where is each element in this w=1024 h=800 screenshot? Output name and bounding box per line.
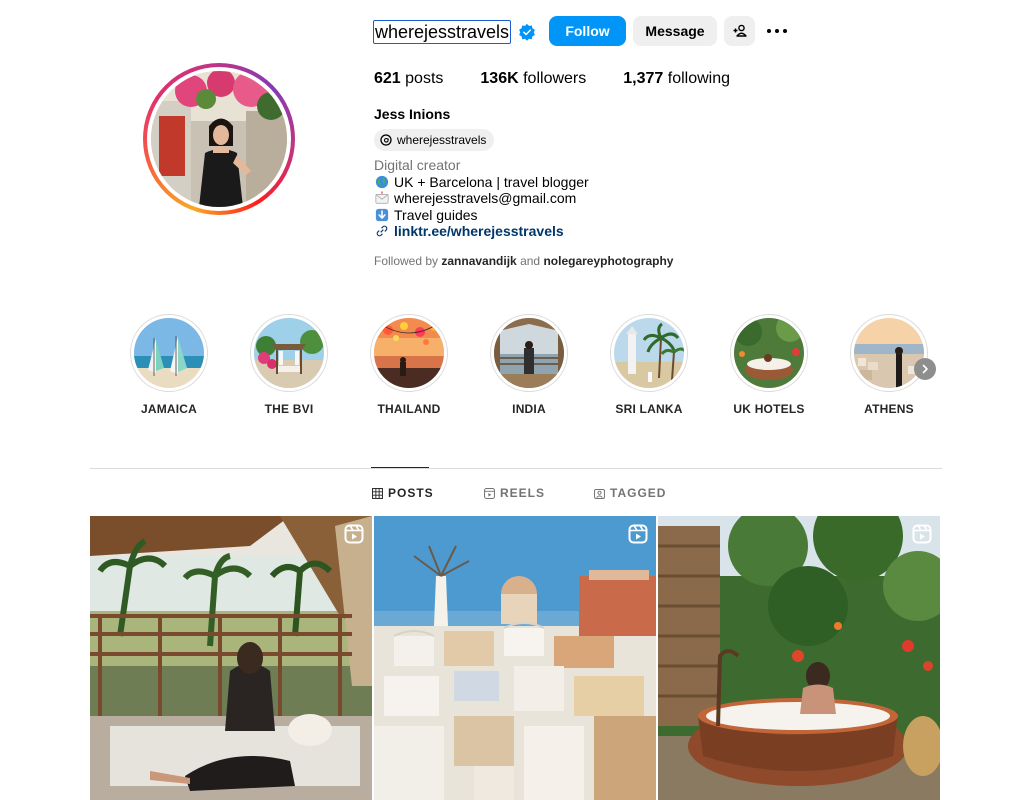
verified-badge-icon	[519, 23, 535, 41]
mutual-follower-link[interactable]: nolegareyphotography	[543, 254, 673, 268]
highlights-next-button[interactable]	[914, 358, 936, 380]
tagged-icon	[594, 488, 605, 499]
highlight-label: THE BVI	[264, 402, 314, 416]
tabs-divider	[90, 468, 942, 469]
reel-indicator-icon	[628, 524, 648, 544]
profile-avatar-ring[interactable]	[143, 63, 295, 215]
highlight-label: UK HOTELS	[733, 402, 805, 416]
highlight-the-bvi[interactable]: THE BVI	[244, 314, 334, 416]
highlight-label: SRI LANKA	[615, 402, 683, 416]
down-arrow-icon	[375, 208, 389, 221]
story-highlights: JAMAICA THE BVI THAILAND INDIA SRI LANKA…	[128, 314, 948, 424]
highlight-label: THAILAND	[377, 402, 441, 416]
bio-line: UK + Barcelona | travel blogger	[394, 173, 589, 190]
profile-full-name: Jess Inions	[374, 106, 451, 122]
highlight-india[interactable]: INDIA	[484, 314, 574, 416]
grid-icon	[372, 487, 383, 499]
following-count-stat[interactable]: 1,377 following	[623, 70, 730, 88]
highlight-label: INDIA	[512, 402, 546, 416]
active-tab-indicator	[371, 467, 429, 468]
globe-icon	[375, 175, 389, 188]
highlight-uk-hotels[interactable]: UK HOTELS	[724, 314, 814, 416]
tab-reels[interactable]: REELS	[484, 486, 545, 500]
threads-icon	[380, 134, 392, 146]
reels-icon	[484, 487, 495, 499]
highlight-sri-lanka[interactable]: SRI LANKA	[604, 314, 694, 416]
more-options-icon[interactable]	[765, 23, 789, 39]
follow-button[interactable]: Follow	[549, 16, 626, 46]
suggested-users-button[interactable]	[724, 16, 755, 46]
post-thumbnail[interactable]	[658, 516, 940, 800]
post-thumbnail[interactable]	[374, 516, 656, 800]
profile-username[interactable]: wherejesstravels	[373, 20, 512, 44]
highlight-thailand[interactable]: THAILAND	[364, 314, 454, 416]
profile-avatar[interactable]	[151, 71, 287, 207]
reel-indicator-icon	[344, 524, 364, 544]
threads-badge[interactable]: wherejesstravels	[374, 129, 495, 151]
followers-count-stat[interactable]: 136K followers	[480, 70, 586, 88]
highlight-label: ATHENS	[864, 402, 914, 416]
envelope-icon	[375, 191, 389, 204]
message-button[interactable]: Message	[633, 16, 717, 46]
chevron-right-icon	[922, 364, 928, 374]
bio-line: Travel guides	[394, 206, 478, 223]
threads-handle: wherejesstravels	[397, 133, 487, 147]
profile-category: Digital creator	[374, 157, 461, 173]
highlight-jamaica[interactable]: JAMAICA	[124, 314, 214, 416]
reel-indicator-icon	[912, 524, 932, 544]
post-thumbnail[interactable]	[90, 516, 372, 800]
followed-by-text[interactable]: Followed by zannavandijk and nolegareyph…	[374, 254, 673, 268]
add-user-icon	[733, 24, 747, 37]
tab-tagged[interactable]: TAGGED	[594, 486, 666, 500]
profile-external-link[interactable]: linktr.ee/wherejesstravels	[394, 223, 564, 240]
posts-count-stat[interactable]: 621 posts	[374, 70, 443, 88]
mutual-follower-link[interactable]: zannavandijk	[441, 254, 516, 268]
tab-posts[interactable]: POSTS	[372, 486, 434, 500]
profile-stats: 621 posts 136K followers 1,377 following	[374, 70, 767, 88]
bio-line: wherejesstravels@gmail.com	[394, 190, 577, 206]
link-icon	[376, 225, 388, 237]
highlight-label: JAMAICA	[140, 402, 198, 416]
profile-bio: Digital creator UK + Barcelona | travel …	[374, 157, 589, 240]
